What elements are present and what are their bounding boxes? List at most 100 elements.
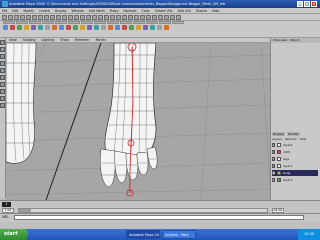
status-icon[interactable] — [158, 15, 163, 20]
shelf-tool-icon[interactable] — [3, 25, 8, 30]
layout-single-icon[interactable] — [0, 89, 5, 94]
minimize-button[interactable]: _ — [297, 1, 303, 7]
shelf-tool-icon[interactable] — [66, 25, 71, 30]
status-icon[interactable] — [14, 15, 19, 20]
task-paint[interactable]: Untitled - Paint — [162, 230, 196, 239]
shelf-tool-icon[interactable] — [164, 25, 169, 30]
shelf-tool-icon[interactable] — [10, 25, 15, 30]
shelf-tool-icon[interactable] — [45, 25, 50, 30]
status-icon[interactable] — [140, 15, 145, 20]
left-foot-mesh[interactable] — [6, 43, 37, 164]
rotate-tool-icon[interactable] — [0, 61, 5, 66]
time-slider[interactable]: 1 — [0, 200, 320, 207]
panel-menu-view[interactable]: View — [9, 38, 17, 42]
shelf-tool-icon[interactable] — [87, 25, 92, 30]
close-button[interactable]: × — [311, 1, 317, 7]
shelf-tool-icon[interactable] — [129, 25, 134, 30]
shelf-tool-icon[interactable] — [101, 25, 106, 30]
status-icon[interactable] — [38, 15, 43, 20]
layer-row[interactable]: Vlayer3 — [272, 177, 318, 183]
status-icon[interactable] — [176, 15, 181, 20]
shelf-tab[interactable] — [107, 21, 119, 24]
menu-item-help[interactable]: Help — [212, 9, 219, 13]
status-icon[interactable] — [74, 15, 79, 20]
layer-color-swatch[interactable] — [277, 150, 281, 154]
menu-item-create-uvs[interactable]: Create UVs — [155, 9, 173, 13]
lasso-tool-icon[interactable] — [0, 47, 5, 52]
status-icon[interactable] — [146, 15, 151, 20]
range-track[interactable] — [18, 208, 268, 213]
layer-color-swatch[interactable] — [277, 157, 281, 161]
shelf-tab[interactable] — [55, 21, 67, 24]
layer-color-swatch[interactable] — [277, 171, 281, 175]
status-icon[interactable] — [164, 15, 169, 20]
layer-row[interactable]: Vcloth — [272, 149, 318, 155]
status-icon[interactable] — [92, 15, 97, 20]
status-icon[interactable] — [134, 15, 139, 20]
status-icon[interactable] — [50, 15, 55, 20]
range-end-field[interactable]: 24.00 — [272, 208, 284, 213]
shelf-tool-icon[interactable] — [94, 25, 99, 30]
menu-item-muscle[interactable]: Muscle — [196, 9, 207, 13]
object-menu[interactable]: Object — [290, 38, 300, 43]
shelf-tab[interactable] — [159, 21, 171, 24]
tab-render[interactable]: Render — [287, 132, 300, 136]
start-button[interactable]: start — [0, 229, 28, 240]
layout-persp-outliner-icon[interactable] — [0, 103, 5, 108]
status-icon[interactable] — [128, 15, 133, 20]
layer-visibility-toggle[interactable]: V — [272, 164, 275, 168]
shelf-tab[interactable] — [42, 21, 54, 24]
layer-visibility-toggle[interactable]: V — [272, 171, 275, 175]
shelf-tool-icon[interactable] — [52, 25, 57, 30]
shelf-tab[interactable] — [16, 21, 28, 24]
status-icon[interactable] — [62, 15, 67, 20]
status-icon[interactable] — [122, 15, 127, 20]
status-icon[interactable] — [104, 15, 109, 20]
maximize-button[interactable]: □ — [304, 1, 310, 7]
layer-visibility-toggle[interactable]: V — [272, 157, 275, 161]
manipulator-tool-icon[interactable] — [0, 75, 5, 80]
status-icon[interactable] — [80, 15, 85, 20]
layer-color-swatch[interactable] — [277, 178, 281, 182]
status-icon[interactable] — [20, 15, 25, 20]
range-start-field[interactable]: 1.00 — [2, 208, 14, 213]
layer-visibility-toggle[interactable]: V — [272, 178, 275, 182]
menu-item-create[interactable]: Create — [39, 9, 50, 13]
shelf-tool-icon[interactable] — [38, 25, 43, 30]
shelf-tab[interactable] — [81, 21, 93, 24]
layout-four-icon[interactable] — [0, 96, 5, 101]
menu-item-file[interactable]: File — [2, 9, 7, 13]
task-maya[interactable]: Autodesk Maya 2008 — [126, 230, 160, 239]
shelf-tab[interactable] — [68, 21, 80, 24]
layer-row[interactable]: Vlayer4 — [272, 142, 318, 148]
layer-row[interactable]: Vlegs — [272, 156, 318, 162]
menu-item-edit-mesh[interactable]: Edit Mesh — [89, 9, 105, 13]
menu-item-edit[interactable]: Edit — [12, 9, 18, 13]
panel-menu-renderer[interactable]: Renderer — [75, 38, 90, 42]
shelf-tab[interactable] — [94, 21, 106, 24]
last-tool-icon[interactable] — [0, 82, 5, 87]
status-icon[interactable] — [152, 15, 157, 20]
right-foot-mesh[interactable] — [100, 43, 158, 188]
shelf-tab[interactable] — [146, 21, 158, 24]
status-icon[interactable] — [68, 15, 73, 20]
status-icon[interactable] — [44, 15, 49, 20]
status-icon[interactable] — [56, 15, 61, 20]
layer-visibility-toggle[interactable]: V — [272, 150, 275, 154]
status-icon[interactable] — [116, 15, 121, 20]
status-icon[interactable] — [110, 15, 115, 20]
shelf-tool-icon[interactable] — [157, 25, 162, 30]
layer-menu-layers[interactable]: Layers — [272, 137, 282, 141]
menu-item-modify[interactable]: Modify — [24, 9, 35, 13]
status-icon[interactable] — [2, 15, 7, 20]
shelf-tool-icon[interactable] — [80, 25, 85, 30]
menu-item-window[interactable]: Window — [71, 9, 84, 13]
shelf-tool-icon[interactable] — [24, 25, 29, 30]
shelf-tool-icon[interactable] — [150, 25, 155, 30]
status-icon[interactable] — [98, 15, 103, 20]
shelf-tab[interactable] — [172, 21, 184, 24]
layer-menu-help[interactable]: Help — [300, 137, 307, 141]
status-icon[interactable] — [86, 15, 91, 20]
shelf-tool-icon[interactable] — [136, 25, 141, 30]
move-tool-icon[interactable] — [0, 54, 5, 59]
